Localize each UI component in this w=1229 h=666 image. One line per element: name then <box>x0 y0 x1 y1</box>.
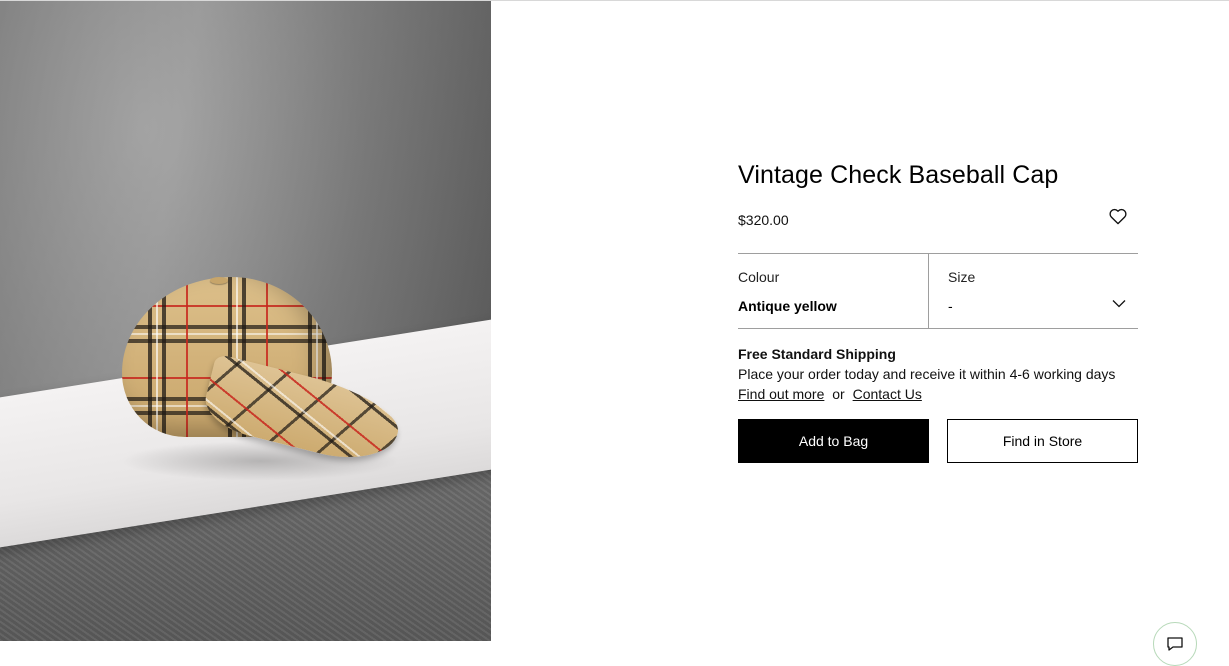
product-price: $320.00 <box>738 212 789 228</box>
product-image[interactable] <box>0 1 491 641</box>
heart-icon <box>1109 208 1127 224</box>
contact-us-link[interactable]: Contact Us <box>853 386 922 402</box>
action-buttons: Add to Bag Find in Store <box>738 419 1138 463</box>
shipping-description: Place your order today and receive it wi… <box>738 366 1116 382</box>
colour-value: Antique yellow <box>738 298 837 314</box>
find-in-store-button[interactable]: Find in Store <box>947 419 1138 463</box>
shipping-info: Free Standard Shipping Place your order … <box>738 344 1138 404</box>
chat-icon <box>1167 637 1183 651</box>
colour-label: Colour <box>738 269 780 285</box>
product-title: Vintage Check Baseball Cap <box>738 161 1059 189</box>
add-to-bag-button[interactable]: Add to Bag <box>738 419 929 463</box>
links-separator: or <box>832 386 845 402</box>
shipping-links: Find out more or Contact Us <box>738 384 1138 404</box>
image-cap-button <box>210 277 228 284</box>
wishlist-button[interactable] <box>1106 204 1130 228</box>
price-row: $320.00 <box>738 204 1138 234</box>
find-out-more-link[interactable]: Find out more <box>738 386 824 402</box>
product-options: Colour Antique yellow Size - <box>738 253 1138 329</box>
chevron-down-icon <box>1112 300 1126 308</box>
size-value: - <box>948 298 953 314</box>
shipping-title: Free Standard Shipping <box>738 346 896 362</box>
size-label: Size <box>948 269 976 285</box>
chat-button[interactable] <box>1153 622 1197 666</box>
product-details: Vintage Check Baseball Cap $320.00 Colou… <box>738 158 1138 463</box>
size-selector[interactable]: Size - <box>928 254 1138 328</box>
colour-option: Colour Antique yellow <box>738 254 928 328</box>
